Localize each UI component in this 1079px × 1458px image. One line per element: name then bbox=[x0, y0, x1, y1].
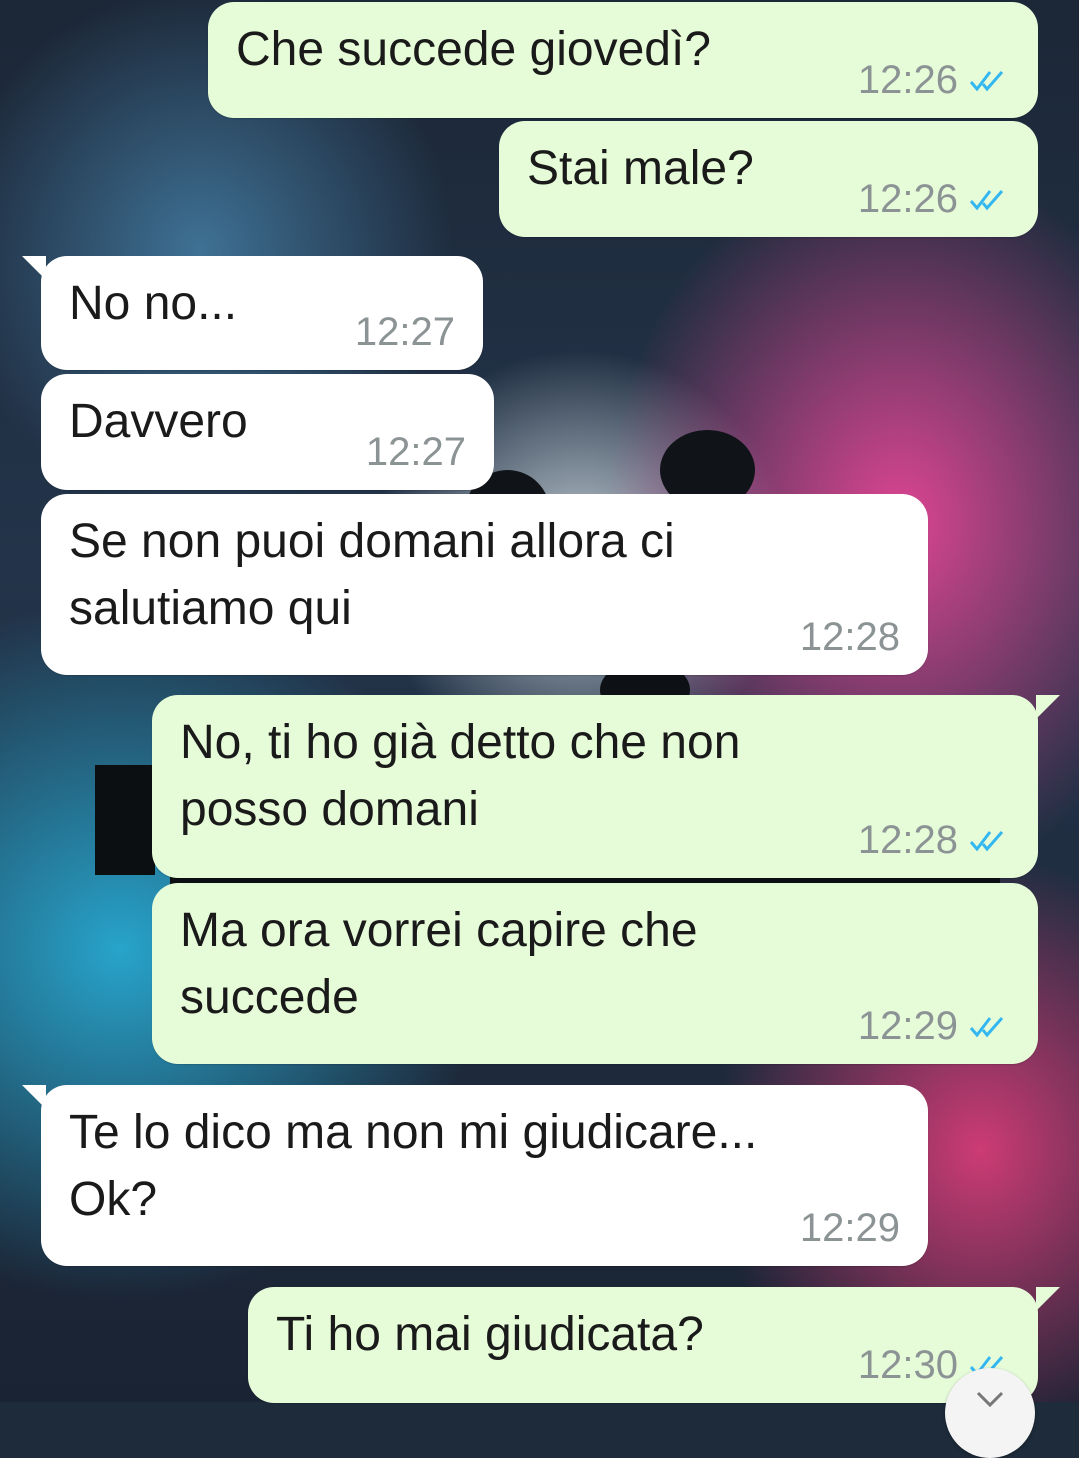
message-text: Stai male? bbox=[527, 142, 754, 195]
message-text: Davvero bbox=[69, 395, 248, 448]
message-text: Se non puoi domani allora ci salutiamo q… bbox=[69, 515, 675, 635]
message-meta: 12:28 bbox=[858, 820, 1012, 860]
message-meta: 12:27 bbox=[366, 432, 466, 472]
message-time: 12:28 bbox=[799, 615, 900, 659]
message-meta: 12:27 bbox=[355, 312, 455, 352]
message-text: Ma ora vorrei capire che succede bbox=[180, 904, 698, 1024]
message-bubble-incoming[interactable]: No no... 12:27 bbox=[41, 256, 483, 370]
double-check-icon bbox=[969, 71, 1004, 92]
message-bubble-incoming[interactable]: Davvero 12:27 bbox=[41, 374, 494, 490]
message-time: 12:27 bbox=[354, 310, 455, 354]
message-text: No, ti ho già detto che non posso domani bbox=[180, 716, 741, 836]
message-time: 12:29 bbox=[799, 1206, 900, 1250]
chevron-down-icon bbox=[976, 1391, 1004, 1408]
message-bubble-outgoing[interactable]: No, ti ho già detto che non posso domani… bbox=[152, 695, 1038, 878]
message-text: Te lo dico ma non mi giudicare... Ok? bbox=[69, 1106, 758, 1226]
scroll-to-bottom-button[interactable] bbox=[945, 1368, 1035, 1458]
message-time: 12:28 bbox=[857, 818, 958, 862]
message-time: 12:29 bbox=[857, 1004, 958, 1048]
message-meta: 12:29 bbox=[858, 1006, 1012, 1046]
message-time: 12:26 bbox=[857, 177, 958, 221]
message-bubble-outgoing[interactable]: Ti ho mai giudicata? 12:30 bbox=[248, 1287, 1038, 1403]
message-time: 12:30 bbox=[857, 1343, 958, 1387]
message-bubble-outgoing[interactable]: Che succede giovedì? 12:26 bbox=[208, 2, 1038, 118]
double-check-icon bbox=[969, 1017, 1004, 1038]
message-bubble-outgoing[interactable]: Stai male? 12:26 bbox=[499, 121, 1038, 237]
message-text: Ti ho mai giudicata? bbox=[276, 1308, 704, 1361]
double-check-icon bbox=[969, 190, 1004, 211]
message-meta: 12:29 bbox=[800, 1208, 900, 1248]
message-bubble-outgoing[interactable]: Ma ora vorrei capire che succede 12:29 bbox=[152, 883, 1038, 1064]
message-text: No no... bbox=[69, 277, 238, 330]
message-meta: 12:28 bbox=[800, 617, 900, 657]
message-text: Che succede giovedì? bbox=[236, 23, 711, 76]
wallpaper-shape bbox=[95, 765, 155, 875]
message-bubble-incoming[interactable]: Se non puoi domani allora ci salutiamo q… bbox=[41, 494, 928, 675]
message-time: 12:27 bbox=[365, 430, 466, 474]
message-meta: 12:26 bbox=[858, 60, 1012, 100]
double-check-icon bbox=[969, 831, 1004, 852]
message-time: 12:26 bbox=[857, 58, 958, 102]
message-bubble-incoming[interactable]: Te lo dico ma non mi giudicare... Ok? 12… bbox=[41, 1085, 928, 1266]
message-meta: 12:26 bbox=[858, 179, 1012, 219]
